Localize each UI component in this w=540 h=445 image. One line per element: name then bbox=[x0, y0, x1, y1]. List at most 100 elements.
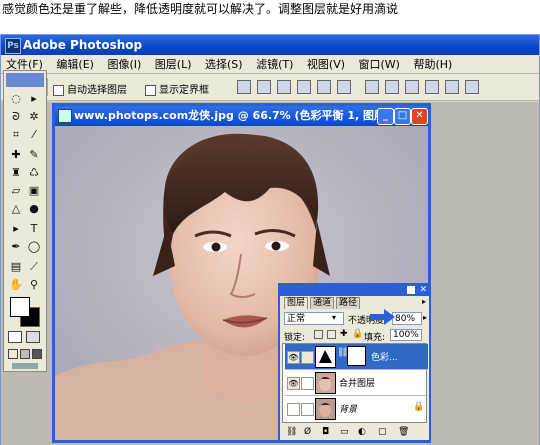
eraser-tool-icon[interactable]: ▱ bbox=[8, 183, 24, 199]
layer-row-background[interactable]: 背景 🔒 bbox=[285, 396, 428, 421]
menu-filter[interactable]: 滤镜(T) bbox=[251, 55, 298, 74]
lock-position-icon[interactable]: ✚ bbox=[340, 329, 348, 339]
photoshop-icon: Ps bbox=[5, 38, 21, 54]
menu-view[interactable]: 视图(V) bbox=[302, 55, 350, 74]
caption-text: 感觉颜色还是重了解些，降低透明度就可以解决了。调整图层就是好用滴说 bbox=[2, 2, 399, 16]
layer-mask-thumbnail[interactable] bbox=[347, 346, 366, 366]
document-title: www.photops.com龙侠.jpg @ 66.7% (色彩平衡 1, 图… bbox=[74, 109, 424, 122]
minimize-button[interactable]: _ bbox=[377, 108, 394, 125]
layer-name: 背景 bbox=[339, 405, 358, 415]
opacity-field[interactable]: 80% bbox=[392, 312, 422, 325]
delete-layer-icon[interactable]: 🗑 bbox=[398, 427, 409, 437]
app-title: Adobe Photoshop bbox=[23, 38, 143, 52]
layer-lock-icon: 🔒 bbox=[413, 402, 425, 412]
layer-link-icon[interactable] bbox=[301, 351, 314, 364]
tab-layers[interactable]: 图层 bbox=[284, 297, 309, 309]
lasso-tool-icon[interactable]: ᘐ bbox=[8, 109, 24, 125]
align-bottom-icon[interactable] bbox=[277, 80, 291, 94]
panel-minimize-icon[interactable] bbox=[407, 286, 415, 294]
marquee-tool-icon[interactable]: ◌ bbox=[8, 91, 24, 107]
shape-tool-icon[interactable]: ◯ bbox=[26, 239, 42, 255]
close-button[interactable]: ✕ bbox=[411, 108, 428, 125]
zoom-tool-icon[interactable]: ⚲ bbox=[26, 277, 42, 293]
screen-mode-standard-icon[interactable] bbox=[8, 349, 18, 359]
layer-row-color-balance[interactable]: 👁 ⛓ 色彩... bbox=[285, 344, 428, 370]
layer-link-icon[interactable] bbox=[301, 377, 314, 390]
layer-link-icon[interactable] bbox=[301, 403, 314, 416]
menu-layer[interactable]: 图层(L) bbox=[150, 55, 197, 74]
show-bounds-checkbox[interactable] bbox=[145, 84, 156, 96]
align-vcenter-icon[interactable] bbox=[257, 80, 271, 94]
standard-mode-icon[interactable] bbox=[8, 331, 22, 343]
slice-tool-icon[interactable]: ⁄ bbox=[26, 127, 42, 143]
distribute-right-icon[interactable] bbox=[465, 80, 479, 94]
screen-mode-full-icon[interactable] bbox=[32, 349, 42, 359]
type-tool-icon[interactable]: T bbox=[26, 221, 42, 237]
lock-transparency-icon[interactable] bbox=[314, 330, 323, 339]
dodge-tool-icon[interactable]: ● bbox=[26, 201, 42, 217]
notes-tool-icon[interactable]: ▤ bbox=[8, 259, 24, 275]
distribute-top-icon[interactable] bbox=[365, 80, 379, 94]
eyedropper-tool-icon[interactable]: ⟋ bbox=[26, 259, 42, 275]
menu-help[interactable]: 帮助(H) bbox=[408, 55, 457, 74]
new-layer-icon[interactable]: ▢ bbox=[378, 427, 387, 437]
align-left-icon[interactable] bbox=[297, 80, 311, 94]
hand-tool-icon[interactable]: ✋ bbox=[8, 277, 24, 293]
menu-select[interactable]: 选择(S) bbox=[200, 55, 248, 74]
menu-edit[interactable]: 编辑(E) bbox=[51, 55, 99, 74]
clone-stamp-tool-icon[interactable]: ♜ bbox=[8, 165, 24, 181]
adjustment-layer-thumbnail bbox=[315, 346, 336, 368]
lock-all-icon[interactable]: 🔒 bbox=[352, 329, 363, 339]
blur-tool-icon[interactable]: △ bbox=[8, 201, 24, 217]
pen-tool-icon[interactable]: ✒ bbox=[8, 239, 24, 255]
distribute-hcenter-icon[interactable] bbox=[445, 80, 459, 94]
blend-mode-dropdown-icon[interactable]: ▾ bbox=[332, 313, 336, 322]
align-hcenter-icon[interactable] bbox=[317, 80, 331, 94]
toolbox-header bbox=[6, 73, 44, 87]
distribute-bottom-icon[interactable] bbox=[405, 80, 419, 94]
quick-mask-mode-icon[interactable] bbox=[26, 331, 40, 343]
layer-style-icon[interactable]: Ø bbox=[304, 427, 311, 437]
brush-tool-icon[interactable]: ✎ bbox=[26, 147, 42, 163]
opacity-slider-icon[interactable]: ▸ bbox=[423, 313, 427, 322]
distribute-vcenter-icon[interactable] bbox=[385, 80, 399, 94]
crop-tool-icon[interactable]: ⌗ bbox=[8, 127, 24, 143]
divider bbox=[47, 78, 48, 96]
align-top-icon[interactable] bbox=[237, 80, 251, 94]
menu-image[interactable]: 图像(I) bbox=[102, 55, 146, 74]
maximize-button[interactable]: □ bbox=[394, 108, 411, 125]
magic-wand-tool-icon[interactable]: ✲ bbox=[26, 109, 42, 125]
new-adjustment-layer-icon[interactable]: ◐ bbox=[358, 427, 366, 437]
healing-brush-tool-icon[interactable]: ✚ bbox=[8, 147, 24, 163]
link-layers-icon[interactable]: ⛓ bbox=[286, 427, 297, 437]
move-tool-icon[interactable]: ▸ bbox=[26, 91, 42, 107]
menu-window[interactable]: 窗口(W) bbox=[354, 55, 405, 74]
gradient-tool-icon[interactable]: ▣ bbox=[26, 183, 42, 199]
auto-select-option[interactable]: 自动选择图层 bbox=[53, 81, 127, 96]
align-right-icon[interactable] bbox=[337, 80, 351, 94]
layer-visibility-eye-icon[interactable] bbox=[287, 403, 300, 416]
mask-link-icon: ⛓ bbox=[337, 348, 349, 358]
layer-visibility-eye-icon[interactable]: 👁 bbox=[287, 351, 300, 364]
screen-mode-full-menu-icon[interactable] bbox=[20, 349, 30, 359]
panel-titlebar: ✕ bbox=[280, 285, 429, 296]
foreground-color-swatch[interactable] bbox=[10, 297, 30, 317]
layer-row-merged[interactable]: 👁 合并图层 bbox=[285, 370, 428, 396]
app-titlebar: Ps Adobe Photoshop bbox=[1, 35, 539, 55]
lock-pixels-icon[interactable] bbox=[327, 330, 336, 339]
layer-visibility-eye-icon[interactable]: 👁 bbox=[287, 377, 300, 390]
auto-select-checkbox[interactable] bbox=[53, 84, 64, 96]
fill-field[interactable]: 100% bbox=[390, 329, 422, 341]
new-group-icon[interactable]: ▭ bbox=[340, 427, 349, 437]
tab-channels[interactable]: 通道 bbox=[310, 297, 335, 309]
panel-close-icon[interactable]: ✕ bbox=[419, 285, 427, 295]
add-mask-icon[interactable]: ◘ bbox=[322, 427, 329, 437]
jump-to-imageready-icon[interactable] bbox=[12, 363, 38, 369]
path-selection-tool-icon[interactable]: ▸ bbox=[8, 221, 24, 237]
distribute-left-icon[interactable] bbox=[425, 80, 439, 94]
tab-paths[interactable]: 路径 bbox=[336, 297, 361, 309]
history-brush-tool-icon[interactable]: ♺ bbox=[26, 165, 42, 181]
show-bounds-option[interactable]: 显示定界框 bbox=[145, 81, 209, 96]
panel-menu-icon[interactable]: ▸ bbox=[422, 297, 426, 306]
layers-panel: ✕ 图层 通道 路径 ▸ 正常 ▾ 不透明度 80% ▸ 锁定: ✚ 🔒 填充:… bbox=[278, 283, 431, 442]
